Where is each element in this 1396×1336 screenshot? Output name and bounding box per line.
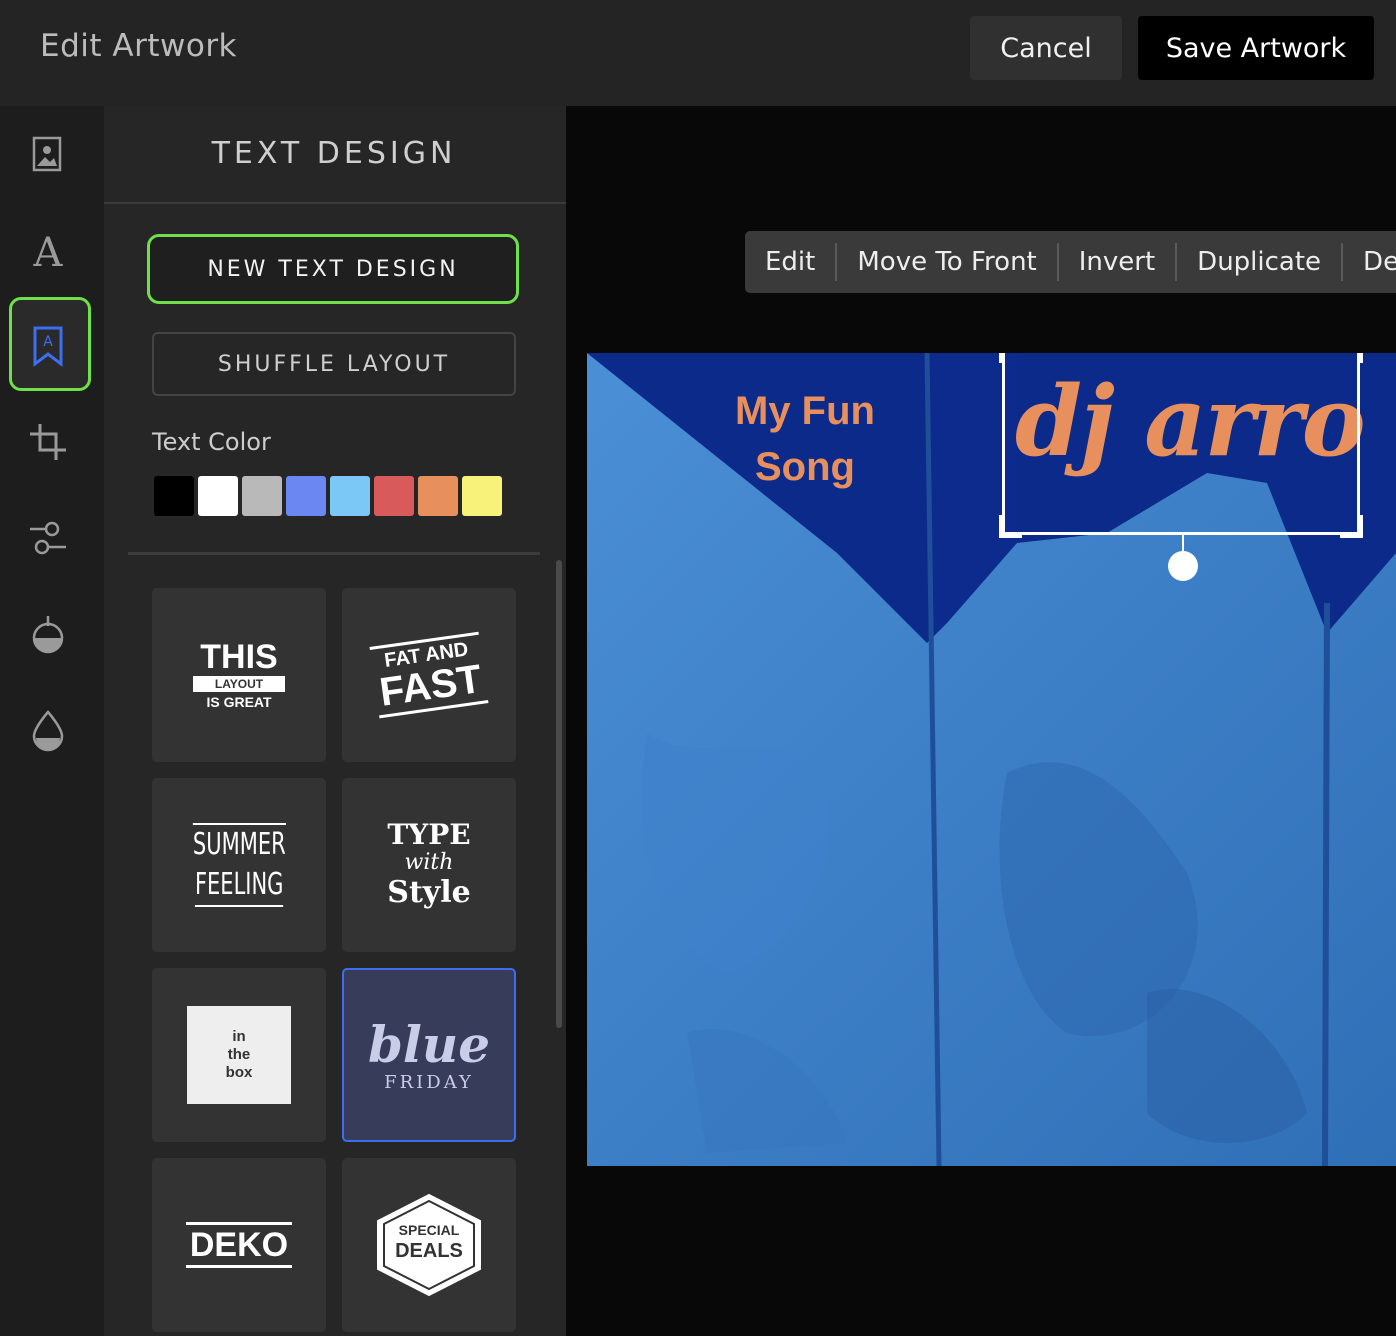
text-design-panel: TEXT DESIGN NEW TEXT DESIGN SHUFFLE LAYO… [104,106,566,1336]
tile-line: the [227,1046,251,1063]
menu-item-move-to-front[interactable]: Move To Front [837,243,1059,281]
panel-scrollbar[interactable] [556,560,562,1028]
resize-handle[interactable] [999,515,1022,538]
divider [128,552,540,555]
tile-rotated-group: FAT AND FAST [369,631,489,719]
cancel-button[interactable]: Cancel [970,16,1122,80]
song-line: My Fun [735,389,875,433]
tile-line: IS GREAT [206,694,272,710]
tile-line: THIS [200,638,278,676]
color-swatch-white[interactable] [198,476,238,516]
rotate-handle[interactable] [1168,551,1198,581]
svg-text:A: A [43,334,53,350]
divider [104,202,566,204]
new-text-design-button[interactable]: NEW TEXT DESIGN [147,234,519,304]
tile-line: blue [367,1014,491,1074]
photo-icon[interactable] [0,106,96,202]
color-swatch-light-blue[interactable] [330,476,370,516]
layout-tile-deko[interactable]: DEKO [152,1158,326,1332]
color-swatch-black[interactable] [154,476,194,516]
layout-tile-type-with-style[interactable]: TYPE with Style [342,778,516,952]
text-color-label: Text Color [152,428,271,456]
menu-item-delete[interactable]: Dele [1343,243,1396,281]
svg-text:A: A [33,230,64,272]
color-swatches [154,476,502,516]
tile-line: LAYOUT [192,676,286,692]
shuffle-layout-button[interactable]: SHUFFLE LAYOUT [152,332,516,396]
layout-tile-special-deals[interactable]: SPECIAL DEALS [342,1158,516,1332]
color-swatch-orange[interactable] [418,476,458,516]
menu-item-edit[interactable]: Edit [745,243,838,281]
color-swatch-blue[interactable] [286,476,326,516]
artwork-canvas[interactable]: My Fun Song dj arro [587,353,1396,1166]
panel-title: TEXT DESIGN [211,136,457,171]
tile-hexagon-text: SPECIAL DEALS [374,1221,484,1263]
tool-rail: A A [0,106,104,1336]
layout-tile-blue-friday[interactable]: blue FRIDAY [342,968,516,1142]
tile-line: Style [387,875,471,910]
context-menu: Edit Move To Front Invert Duplicate Dele [745,231,1396,293]
tile-line: TYPE [387,818,471,851]
text-design-icon[interactable]: A [0,298,96,394]
page-title: Edit Artwork [40,28,238,64]
filter-icon[interactable] [0,586,96,682]
tile-line: FRIDAY [384,1071,474,1093]
canvas-area: Edit Move To Front Invert Duplicate Dele [566,106,1396,1336]
resize-handle[interactable] [1340,515,1363,538]
color-drop-icon[interactable] [0,682,96,778]
song-line: Song [755,445,855,489]
save-artwork-button[interactable]: Save Artwork [1138,16,1374,80]
adjust-icon[interactable] [0,490,96,586]
resize-handle[interactable] [1340,353,1363,363]
tile-line: box [225,1064,253,1081]
text-icon[interactable]: A [0,202,96,298]
color-swatch-red[interactable] [374,476,414,516]
tile-line: SUMMER [192,823,286,865]
tile-line: DEKO [185,1222,293,1268]
tile-line: with [404,850,454,875]
tile-line: FEELING [194,865,284,907]
top-bar: Edit Artwork Cancel Save Artwork [0,0,1396,106]
menu-item-invert[interactable]: Invert [1059,243,1178,281]
menu-item-duplicate[interactable]: Duplicate [1177,243,1344,281]
layout-tile-this-layout[interactable]: THIS LAYOUT IS GREAT [152,588,326,762]
rotate-stem [1182,535,1184,551]
color-swatch-gray[interactable] [242,476,282,516]
selection-box[interactable] [999,353,1363,538]
layout-tile-summer-feeling[interactable]: SUMMER FEELING [152,778,326,952]
color-swatch-yellow[interactable] [462,476,502,516]
tile-hexagon: SPECIAL DEALS [374,1193,484,1297]
tile-line: DEALS [395,1240,463,1262]
tile-line: SPECIAL [398,1222,460,1238]
artwork-song-title[interactable]: My Fun Song [707,383,903,495]
crop-icon[interactable] [0,394,96,490]
layout-tile-fat-and-fast[interactable]: FAT AND FAST [342,588,516,762]
tile-box: in the box [187,1006,291,1104]
resize-handle[interactable] [999,353,1022,363]
layout-tile-in-the-box[interactable]: in the box [152,968,326,1142]
tile-line: in [232,1028,246,1045]
